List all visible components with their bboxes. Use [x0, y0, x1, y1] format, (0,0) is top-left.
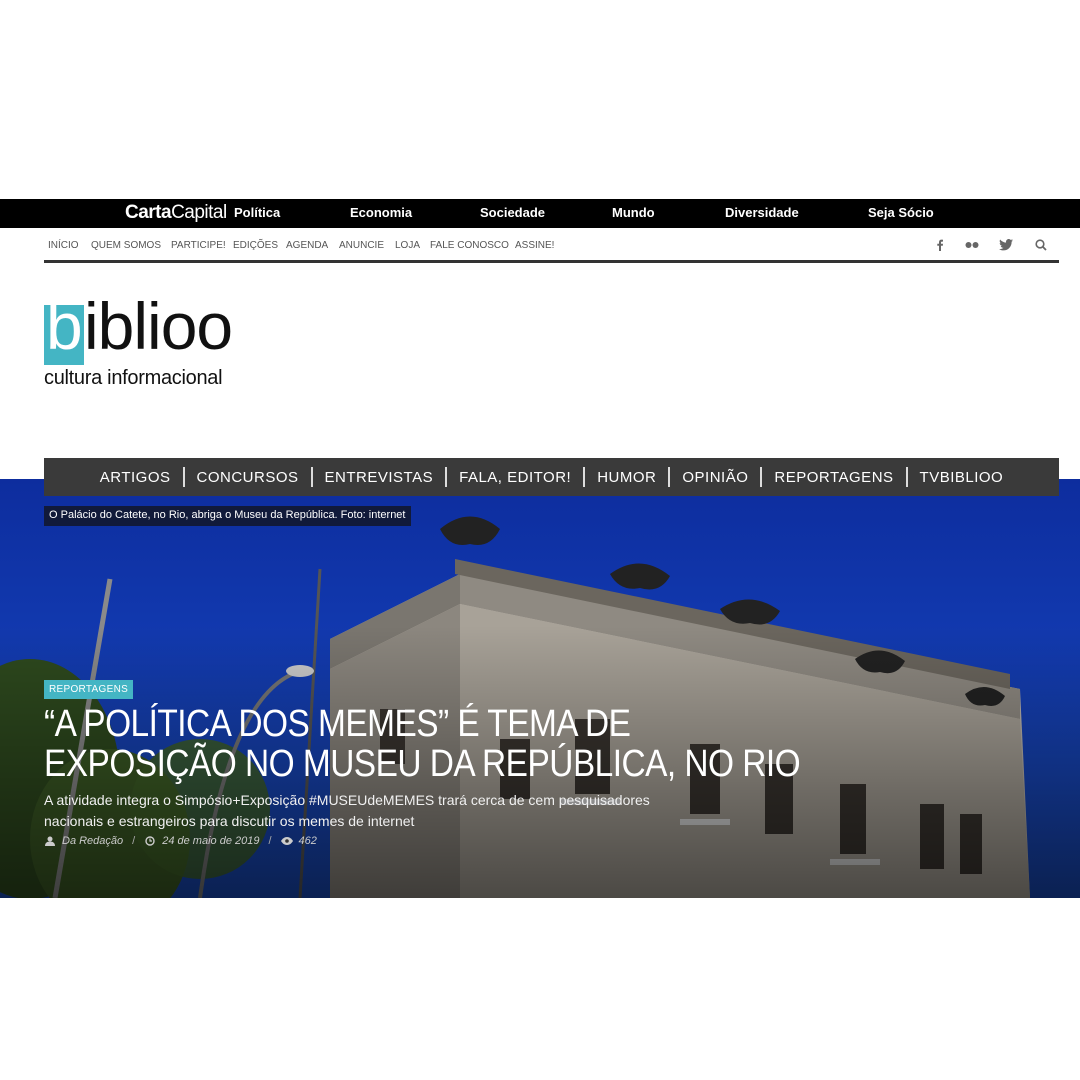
nav-inicio[interactable]: INÍCIO	[48, 240, 79, 251]
clock-icon	[144, 835, 156, 847]
summary-line-1: A atividade integra o Simpósio+Exposição…	[44, 792, 650, 808]
summary-line-2: nacionais e estrangeiros para discutir o…	[44, 813, 415, 829]
cc-link-mundo[interactable]: Mundo	[612, 205, 655, 220]
nav-anuncie[interactable]: ANUNCIE	[339, 240, 384, 251]
cat-fala-editor[interactable]: FALA, EDITOR!	[447, 469, 583, 486]
meta-separator: /	[268, 835, 272, 847]
nav-participe[interactable]: PARTICIPE!	[171, 240, 226, 251]
secondary-nav: INÍCIO QUEM SOMOS PARTICIPE! EDIÇÕES AGE…	[44, 228, 1059, 263]
article-date: 24 de maio de 2019	[162, 835, 260, 847]
article-summary: A atividade integra o Simpósio+Exposição…	[44, 790, 704, 832]
cat-entrevistas[interactable]: ENTREVISTAS	[313, 469, 446, 486]
cc-link-seja-socio[interactable]: Seja Sócio	[868, 205, 934, 220]
nav-assine[interactable]: ASSINE!	[515, 240, 554, 251]
cartacapital-bar: CartaCapital Política Economia Sociedade…	[0, 199, 1080, 228]
cc-link-politica[interactable]: Política	[234, 205, 280, 220]
cc-link-diversidade[interactable]: Diversidade	[725, 205, 799, 220]
logo-tagline: cultura informacional	[44, 367, 223, 389]
flickr-icon[interactable]	[964, 237, 980, 253]
logo-wordmark: iblioo	[84, 289, 233, 363]
headline-line-1: “A POLÍTICA DOS MEMES” É TEMA DE	[44, 703, 631, 745]
facebook-icon[interactable]	[932, 237, 948, 253]
cat-artigos[interactable]: ARTIGOS	[88, 469, 183, 486]
cat-concursos[interactable]: CONCURSOS	[185, 469, 311, 486]
category-nav: ARTIGOS CONCURSOS ENTREVISTAS FALA, EDIT…	[44, 458, 1059, 496]
nav-edicoes[interactable]: EDIÇÕES	[233, 240, 278, 251]
article-author[interactable]: Da Redação	[62, 835, 123, 847]
cat-tvbiblioo[interactable]: TVBIBLIOO	[908, 469, 1016, 486]
nav-agenda[interactable]: AGENDA	[286, 240, 328, 251]
headline-line-2: EXPOSIÇÃO NO MUSEU DA REPÚBLICA, NO RIO	[44, 743, 801, 785]
article-views: 462	[298, 835, 317, 847]
eye-icon	[280, 835, 293, 847]
category-tag[interactable]: REPORTAGENS	[44, 680, 134, 699]
cat-opiniao[interactable]: OPINIÃO	[670, 469, 760, 486]
nav-quem-somos[interactable]: QUEM SOMOS	[91, 240, 161, 251]
cc-link-sociedade[interactable]: Sociedade	[480, 205, 545, 220]
article-meta: Da Redação / 24 de maio de 2019 / 462	[44, 835, 317, 847]
user-icon	[44, 835, 56, 847]
photo-caption: O Palácio do Catete, no Rio, abriga o Mu…	[44, 506, 411, 526]
search-icon[interactable]	[1033, 237, 1049, 253]
cc-link-economia[interactable]: Economia	[350, 205, 412, 220]
nav-fale-conosco[interactable]: FALE CONOSCO	[430, 240, 509, 251]
twitter-icon[interactable]	[998, 237, 1014, 253]
cat-reportagens[interactable]: REPORTAGENS	[762, 469, 905, 486]
article-headline[interactable]: “A POLÍTICA DOS MEMES” É TEMA DE EXPOSIÇ…	[44, 703, 801, 785]
cartacapital-logo[interactable]: CartaCapital	[125, 202, 227, 224]
nav-loja[interactable]: LOJA	[395, 240, 420, 251]
logo-b-block: b	[44, 289, 84, 365]
cat-humor[interactable]: HUMOR	[585, 469, 668, 486]
meta-separator: /	[132, 835, 136, 847]
